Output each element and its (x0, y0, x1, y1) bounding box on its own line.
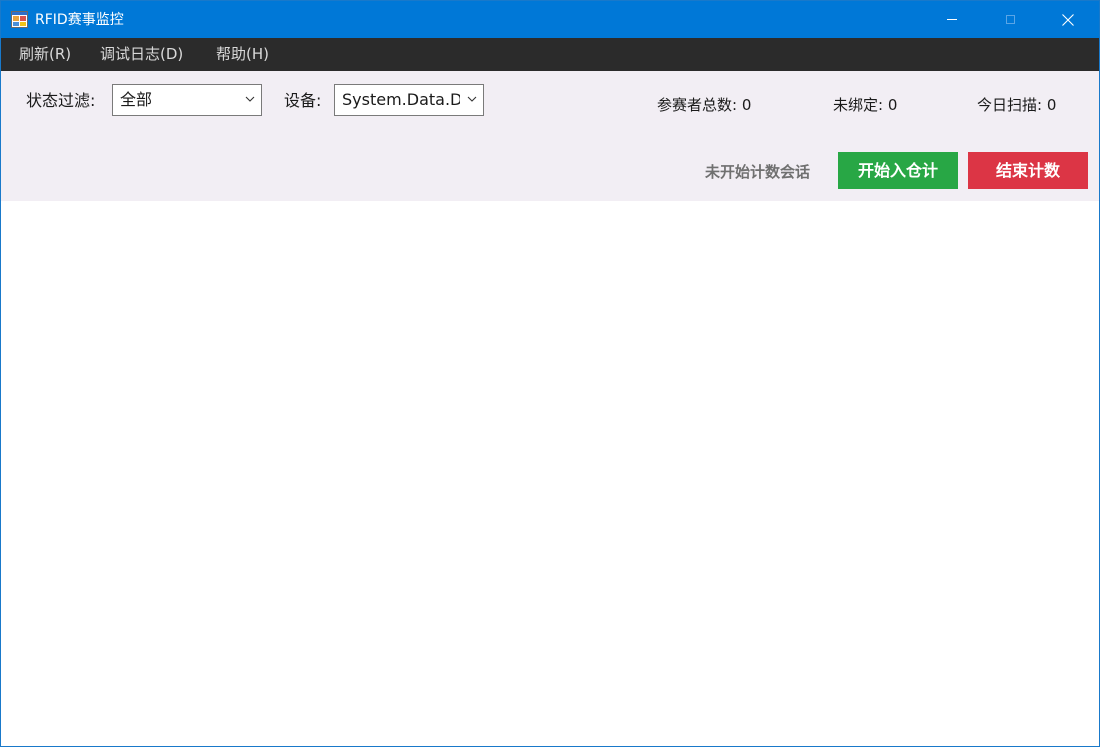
device-label: 设备: (284, 91, 322, 110)
window-title: RFID赛事监控 (35, 12, 124, 28)
status-filter-select[interactable]: 全部 (112, 84, 262, 116)
main-window: RFID赛事监控 刷新(R) 调试日志(D) 帮助(H) 状态过滤: 全部 设备… (0, 0, 1100, 747)
today-scans-stat: 今日扫描: 0 (977, 96, 1057, 114)
chevron-down-icon (467, 96, 477, 102)
device-value: System.Data.D (342, 90, 460, 109)
title-bar[interactable]: RFID赛事监控 (1, 1, 1099, 38)
menu-item-help[interactable]: 帮助(H) (216, 38, 269, 71)
menu-bar: 刷新(R) 调试日志(D) 帮助(H) (1, 38, 1099, 71)
unbound-stat: 未绑定: 0 (833, 96, 898, 114)
maximize-icon (1005, 15, 1015, 24)
close-icon (1062, 13, 1074, 26)
end-count-button[interactable]: 结束计数 (968, 152, 1088, 189)
participant-total-stat: 参赛者总数: 0 (657, 96, 752, 114)
minimize-button[interactable] (929, 1, 975, 38)
toolbar-panel: 状态过滤: 全部 设备: System.Data.D 参赛者总数: 0 未绑定:… (1, 71, 1099, 201)
app-window-icon (11, 11, 28, 28)
device-select[interactable]: System.Data.D (334, 84, 484, 116)
close-button[interactable] (1045, 1, 1091, 38)
maximize-button[interactable] (987, 1, 1033, 38)
minimize-icon (947, 19, 957, 20)
start-count-button[interactable]: 开始入仓计 (838, 152, 958, 189)
status-filter-value: 全部 (120, 90, 153, 109)
main-content-area (1, 201, 1099, 746)
status-filter-label: 状态过滤: (26, 91, 96, 110)
chevron-down-icon (245, 96, 255, 102)
menu-item-debug-log[interactable]: 调试日志(D) (100, 38, 183, 71)
menu-item-refresh[interactable]: 刷新(R) (19, 38, 71, 71)
session-status-text: 未开始计数会话 (705, 163, 811, 181)
